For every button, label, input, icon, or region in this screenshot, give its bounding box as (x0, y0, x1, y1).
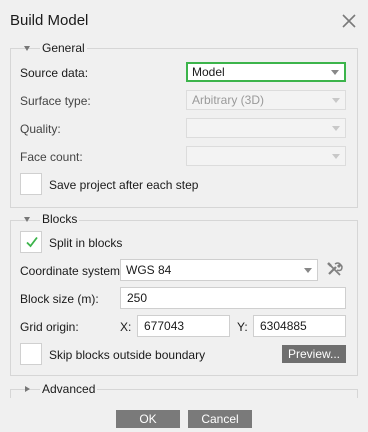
chevron-down-icon (332, 126, 340, 131)
coordinate-system-label: Coordinate system: (20, 264, 124, 278)
cancel-button[interactable]: Cancel (188, 410, 252, 428)
quality-select (186, 118, 346, 138)
advanced-group-label: Advanced (40, 382, 98, 396)
tools-icon[interactable] (326, 261, 344, 277)
surface-type-select: Arbitrary (3D) (186, 90, 346, 110)
face-count-select (186, 146, 346, 166)
surface-type-value: Arbitrary (3D) (192, 93, 265, 107)
chevron-down-icon (332, 154, 340, 159)
coordinate-system-select[interactable]: WGS 84 (120, 259, 318, 281)
chevron-down-icon (331, 70, 339, 75)
surface-type-label: Surface type: (20, 94, 91, 108)
dialog-title: Build Model (10, 12, 89, 29)
split-in-blocks-label: Split in blocks (49, 236, 123, 250)
coordinate-system-value: WGS 84 (126, 263, 172, 277)
skip-blocks-label: Skip blocks outside boundary (49, 348, 206, 362)
block-size-label: Block size (m): (20, 292, 99, 306)
source-data-select[interactable]: Model (186, 62, 346, 82)
checkmark-icon (26, 236, 38, 248)
skip-blocks-checkbox[interactable] (20, 343, 42, 365)
grid-origin-y-label: Y: (237, 320, 248, 334)
expand-caret-icon (25, 386, 30, 392)
grid-origin-y-input[interactable]: 6304885 (253, 315, 346, 337)
chevron-down-icon (332, 98, 340, 103)
source-data-value: Model (192, 65, 225, 79)
grid-origin-x-input[interactable]: 677043 (137, 315, 230, 337)
blocks-group-header[interactable]: Blocks (10, 212, 356, 227)
quality-label: Quality: (20, 122, 61, 136)
split-in-blocks-checkbox[interactable] (20, 231, 42, 253)
save-project-label: Save project after each step (49, 178, 199, 192)
ok-button[interactable]: OK (116, 410, 180, 428)
chevron-down-icon (304, 268, 312, 273)
blocks-group-label: Blocks (40, 212, 80, 226)
general-group-label: General (40, 41, 87, 55)
collapse-caret-icon (24, 217, 30, 222)
source-data-label: Source data: (20, 66, 89, 80)
close-icon[interactable] (340, 12, 358, 30)
collapse-caret-icon (24, 46, 30, 51)
advanced-group-header[interactable]: Advanced (10, 382, 356, 397)
grid-origin-label: Grid origin: (20, 320, 79, 334)
block-size-input[interactable]: 250 (120, 287, 346, 309)
general-group-header[interactable]: General (10, 41, 356, 56)
face-count-label: Face count: (20, 150, 83, 164)
save-project-checkbox[interactable] (20, 173, 42, 195)
grid-origin-x-label: X: (120, 320, 132, 334)
preview-button[interactable]: Preview... (282, 345, 346, 363)
